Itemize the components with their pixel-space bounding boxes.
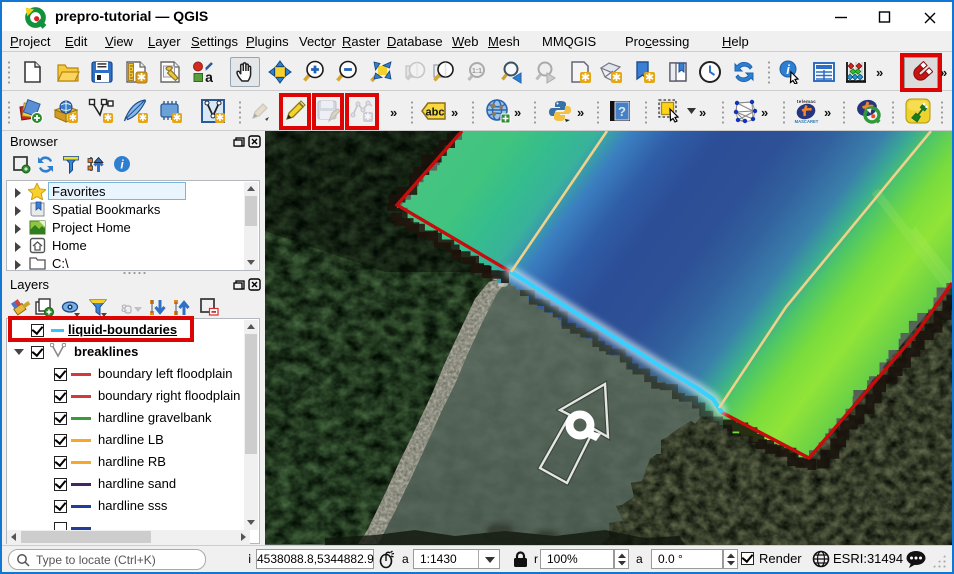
svg-text:✱: ✱	[645, 72, 654, 84]
svg-text:✱: ✱	[364, 112, 372, 123]
svg-text:✱: ✱	[69, 113, 77, 124]
svg-text:telemac: telemac	[797, 99, 816, 104]
svg-text:✱: ✱	[612, 72, 621, 84]
svg-text:✱: ✱	[581, 72, 590, 84]
svg-text:i: i	[786, 62, 790, 77]
svg-text:MASCARET: MASCARET	[795, 119, 819, 124]
svg-text:✱: ✱	[139, 113, 147, 124]
svg-text:✱: ✱	[216, 113, 224, 124]
svg-text:✱: ✱	[104, 113, 112, 124]
svg-text:1:1: 1:1	[472, 68, 482, 75]
svg-text:abc: abc	[426, 107, 445, 119]
svg-text:✱: ✱	[137, 72, 146, 84]
svg-text:✱: ✱	[173, 113, 181, 124]
svg-text:a: a	[205, 69, 213, 84]
svg-text:?: ?	[618, 104, 626, 119]
